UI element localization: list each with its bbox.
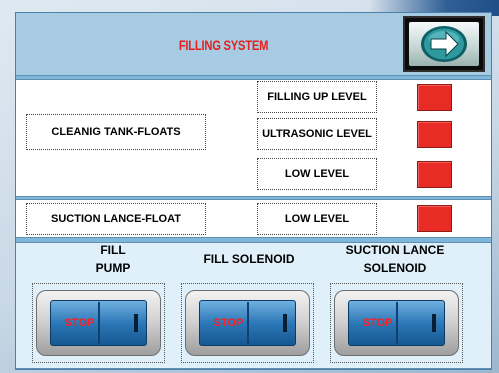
fill-pump-switch-rocker: STOP: [50, 300, 147, 346]
ultrasonic-level-indicator: [417, 121, 452, 148]
suction-lance-solenoid-label-line2: SOLENOID: [363, 261, 427, 275]
arrow-right-icon: [421, 26, 467, 62]
switch-on-mark-icon: [283, 314, 287, 332]
filling-system-panel: FILLING SYSTEM CLEANIG TANK-FLOATS FILLI…: [15, 12, 492, 370]
low-level-indicator: [417, 161, 452, 188]
fill-pump-label-line1: FILL: [100, 243, 126, 257]
suction-low-level-label: LOW LEVEL: [257, 203, 377, 235]
suction-lance-solenoid-switch[interactable]: STOP: [330, 283, 463, 363]
suction-lance-solenoid-label: SUCTION LANCE SOLENOID: [330, 241, 460, 277]
switch-on-mark-icon: [134, 314, 138, 332]
fill-pump-switch-bezel: STOP: [36, 290, 161, 356]
ultrasonic-level-label: ULTRASONIC LEVEL: [257, 118, 377, 150]
header-bar: FILLING SYSTEM: [16, 13, 491, 76]
page-title: FILLING SYSTEM: [178, 37, 269, 53]
suction-lance-solenoid-label-line1: SUCTION LANCE: [345, 243, 445, 257]
suction-lance-solenoid-switch-bezel: STOP: [334, 290, 459, 356]
fill-pump-switch[interactable]: STOP: [32, 283, 165, 363]
filling-up-level-label: FILLING UP LEVEL: [257, 81, 377, 113]
suction-low-level-indicator: [417, 205, 452, 232]
suction-lance-label: SUCTION LANCE-FLOAT: [26, 203, 206, 235]
filling-up-level-indicator: [417, 84, 452, 111]
fill-solenoid-switch[interactable]: STOP: [181, 283, 314, 363]
cleaning-tank-section: CLEANIG TANK-FLOATS FILLING UP LEVEL ULT…: [16, 79, 491, 197]
cleaning-tank-label: CLEANIG TANK-FLOATS: [26, 114, 206, 150]
switch-on-mark-icon: [432, 314, 436, 332]
next-screen-button[interactable]: [403, 16, 485, 72]
fill-pump-label-line2: PUMP: [95, 261, 131, 275]
suction-lance-solenoid-switch-rocker: STOP: [348, 300, 445, 346]
low-level-label: LOW LEVEL: [257, 158, 377, 190]
fill-pump-switch-state: STOP: [64, 317, 95, 329]
fill-solenoid-switch-rocker: STOP: [199, 300, 296, 346]
fill-solenoid-switch-state: STOP: [213, 317, 244, 329]
suction-lance-section: SUCTION LANCE-FLOAT LOW LEVEL: [16, 199, 491, 238]
fill-pump-label: FILL PUMP: [58, 241, 168, 277]
fill-solenoid-label-line1: FILL SOLENOID: [203, 252, 295, 266]
fill-solenoid-label: FILL SOLENOID: [184, 250, 314, 268]
suction-lance-solenoid-switch-state: STOP: [362, 317, 393, 329]
fill-solenoid-switch-bezel: STOP: [185, 290, 310, 356]
